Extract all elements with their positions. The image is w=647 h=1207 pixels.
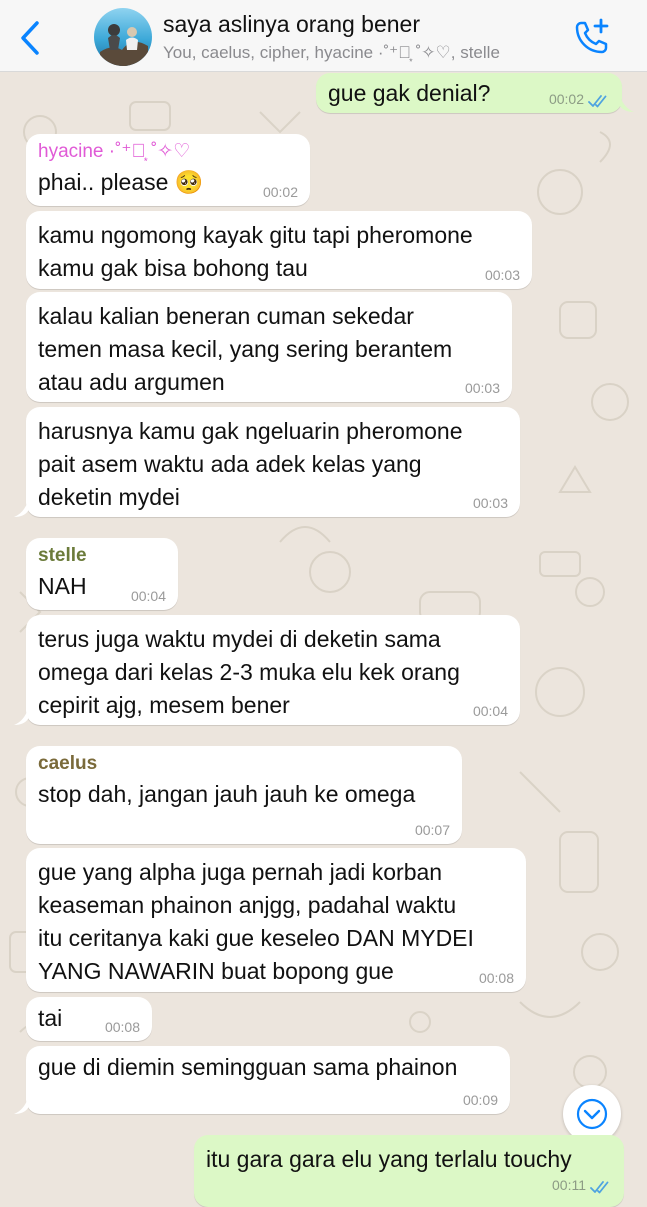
group-members: You, caelus, cipher, hyacine ·˚⁺‧͙ ˚✧♡, …: [163, 43, 500, 62]
add-call-button[interactable]: [568, 14, 616, 60]
message-bubble-incoming[interactable]: gue di diemin semingguan sama phainon 00…: [26, 1046, 510, 1114]
message-bubble-incoming[interactable]: terus juga waktu mydei di deketin sama o…: [26, 615, 520, 725]
message-bubble-incoming[interactable]: tai 00:08: [26, 997, 152, 1041]
message-time: 00:02: [548, 91, 584, 107]
message-text: tai: [38, 1005, 63, 1031]
message-bubble-incoming[interactable]: hyacine ·˚⁺‧͙ ˚✧♡ phai.. please 🥺 00:02: [26, 134, 310, 206]
sender-name: caelus: [38, 753, 98, 774]
message-bubble-outgoing[interactable]: gue gak denial? 00:02: [316, 73, 622, 113]
message-time: 00:02: [262, 184, 298, 200]
message-bubble-incoming[interactable]: gue yang alpha juga pernah jadi korban k…: [26, 848, 526, 992]
read-ticks-icon: [588, 95, 607, 108]
message-text: gue di diemin semingguan sama phainon: [38, 1054, 458, 1080]
chevron-down-circle-icon: [576, 1098, 608, 1130]
message-text: gue gak denial?: [328, 80, 491, 106]
bubble-tail-icon: [620, 96, 634, 112]
message-bubble-incoming[interactable]: caelus stop dah, jangan jauh jauh ke ome…: [26, 746, 462, 844]
message-text: gue yang alpha juga pernah jadi korban k…: [38, 859, 474, 984]
add-call-icon: [575, 18, 609, 54]
bubble-tail-icon: [14, 1098, 28, 1114]
sender-name: stelle: [38, 545, 87, 566]
group-avatar[interactable]: [94, 8, 152, 66]
message-text: NAH: [38, 573, 87, 599]
message-time: 00:04: [130, 588, 166, 604]
message-time: 00:07: [414, 822, 450, 838]
group-title[interactable]: saya aslinya orang bener: [163, 11, 420, 38]
message-text: phai.. please 🥺: [38, 169, 204, 195]
sender-name: hyacine ·˚⁺‧͙ ˚✧♡: [38, 141, 191, 162]
message-text: stop dah, jangan jauh jauh ke omega: [38, 781, 416, 807]
chat-header: saya aslinya orang bener You, caelus, ci…: [0, 0, 647, 72]
message-time: 00:03: [472, 495, 508, 511]
message-time: 00:08: [478, 970, 514, 986]
message-bubble-incoming[interactable]: kamu ngomong kayak gitu tapi pheromone k…: [26, 211, 532, 289]
message-time: 00:04: [472, 703, 508, 719]
message-text: itu gara gara elu yang terlalu touchy: [206, 1146, 572, 1172]
message-time: 00:03: [464, 380, 500, 396]
message-time: 00:03: [484, 267, 520, 283]
message-time: 00:11: [552, 1177, 586, 1193]
group-avatar-image: [94, 8, 152, 66]
message-bubble-incoming[interactable]: kalau kalian beneran cuman sekedar temen…: [26, 292, 512, 402]
read-ticks-icon: [590, 1181, 609, 1194]
message-text: harusnya kamu gak ngeluarin pheromone pa…: [38, 418, 463, 510]
bubble-tail-icon: [14, 501, 28, 517]
bubble-tail-icon: [14, 709, 28, 725]
chevron-left-icon: [21, 21, 39, 55]
message-text: kalau kalian beneran cuman sekedar temen…: [38, 303, 453, 395]
message-text: terus juga waktu mydei di deketin sama o…: [38, 626, 460, 718]
message-time: 00:09: [462, 1092, 498, 1108]
message-text: kamu ngomong kayak gitu tapi pheromone k…: [38, 222, 473, 281]
back-button[interactable]: [10, 18, 50, 58]
message-time: 00:08: [104, 1019, 140, 1035]
message-bubble-incoming[interactable]: stelle NAH 00:04: [26, 538, 178, 610]
message-bubble-outgoing[interactable]: itu gara gara elu yang terlalu touchy 00…: [194, 1135, 624, 1207]
message-bubble-incoming[interactable]: harusnya kamu gak ngeluarin pheromone pa…: [26, 407, 520, 517]
